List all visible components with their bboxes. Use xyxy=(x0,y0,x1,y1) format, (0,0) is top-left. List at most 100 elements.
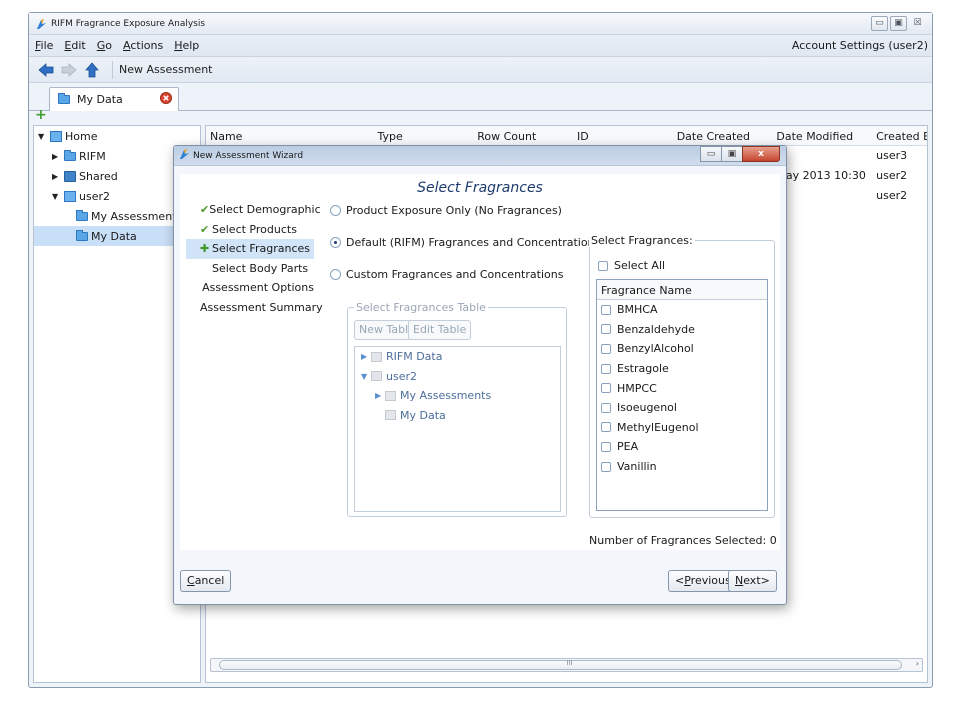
edit-table-button[interactable]: Edit Table xyxy=(408,320,472,340)
dialog-minimize-button[interactable]: ▭ xyxy=(700,146,722,162)
fragrance-checkbox[interactable] xyxy=(601,461,611,472)
tree-item-label: My Assessments xyxy=(400,389,492,403)
step-label: Assessment Options xyxy=(202,281,314,295)
fragrance-checkbox[interactable] xyxy=(601,304,611,315)
tree-item-my-data[interactable]: My Data xyxy=(355,406,560,426)
dialog-title: New Assessment Wizard xyxy=(193,150,304,161)
check-icon: ✔ xyxy=(200,222,210,236)
home-folder-icon xyxy=(50,130,62,142)
column-header-row-count[interactable]: Row Count xyxy=(473,126,573,145)
expand-arrow-icon[interactable]: ▶ xyxy=(361,352,371,361)
fragrance-checkbox[interactable] xyxy=(601,383,611,394)
wizard-heading: Select Fragrances xyxy=(417,180,543,196)
tab-my-data[interactable]: My Data xyxy=(49,87,179,111)
select-fragrances-table-group: Select Fragrances Table New Table Edit T… xyxy=(347,301,567,517)
column-header-fragrance-name[interactable]: Fragrance Name xyxy=(597,280,767,300)
tree-item-my-assessments[interactable]: ▶ My Assessments xyxy=(355,386,560,406)
list-item[interactable]: Benzaldehyde xyxy=(597,320,767,340)
step-select-body-parts[interactable]: Select Body Parts xyxy=(186,259,314,279)
option-custom-fragrances[interactable]: Custom Fragrances and Concentrations xyxy=(330,268,563,281)
scroll-right-icon[interactable]: › xyxy=(916,659,919,668)
new-assessment-button[interactable]: New Assessment xyxy=(119,63,212,76)
column-header-id[interactable]: ID xyxy=(573,126,673,145)
column-header-name[interactable]: Name xyxy=(206,126,374,145)
wizard-steps: ✔ Select Demographic ✔ Select Products ✚… xyxy=(186,200,323,318)
step-assessment-options[interactable]: Assessment Options xyxy=(186,278,314,298)
cancel-button[interactable]: Cancel xyxy=(180,570,232,592)
list-item[interactable]: PEA xyxy=(597,437,767,457)
fragrances-selected-count: Number of Fragrances Selected: 0 xyxy=(589,534,777,547)
dialog-titlebar[interactable]: New Assessment Wizard ▭ ▣ x xyxy=(174,146,786,166)
list-item[interactable]: Vanillin xyxy=(597,457,767,477)
list-item[interactable]: BMHCA xyxy=(597,300,767,320)
radio-button-selected[interactable] xyxy=(330,237,341,248)
step-select-demographic[interactable]: ✔ Select Demographic xyxy=(186,200,321,220)
column-header-type[interactable]: Type xyxy=(374,126,474,145)
fragrance-table-tree: ▶ RIFM Data ▼ user2 ▶ My Assessments My … xyxy=(354,346,561,512)
next-button[interactable]: Next> xyxy=(728,570,777,592)
fragrance-name: PEA xyxy=(617,440,639,454)
select-all-checkbox[interactable] xyxy=(598,260,608,271)
close-button[interactable]: ☒ xyxy=(909,16,926,31)
cell-date-modified xyxy=(772,146,872,166)
close-tab-icon[interactable] xyxy=(160,92,172,107)
step-label: Select Fragrances xyxy=(212,242,310,256)
cell-date-modified xyxy=(772,186,872,206)
collapse-arrow-icon[interactable]: ▼ xyxy=(361,372,371,381)
forward-arrow-icon[interactable] xyxy=(60,61,78,79)
radio-button[interactable] xyxy=(330,269,341,280)
tree-item-user2[interactable]: ▼ user2 xyxy=(355,367,560,387)
horizontal-scrollbar[interactable]: III › xyxy=(210,658,923,672)
fragrance-checkbox[interactable] xyxy=(601,343,611,354)
list-item[interactable]: Isoeugenol xyxy=(597,398,767,418)
option-default-rifm-fragrances[interactable]: Default (RIFM) Fragrances and Concentrat… xyxy=(330,236,600,249)
expand-arrow-icon[interactable]: ▶ xyxy=(52,172,62,181)
menu-edit[interactable]: Edit xyxy=(64,39,85,52)
menu-go[interactable]: Go xyxy=(97,39,112,52)
tree-item-label: user2 xyxy=(386,369,417,383)
fragrance-name: BMHCA xyxy=(617,303,658,317)
step-assessment-summary[interactable]: Assessment Summary xyxy=(186,298,323,318)
scrollbar-thumb[interactable] xyxy=(219,660,902,670)
step-select-products[interactable]: ✔ Select Products xyxy=(186,220,314,240)
fragrance-checkbox[interactable] xyxy=(601,441,611,452)
tab-strip: + My Data xyxy=(29,83,932,123)
dialog-body: Select Fragrances ✔ Select Demographic ✔… xyxy=(180,174,780,550)
dialog-maximize-button[interactable]: ▣ xyxy=(721,146,743,162)
folder-icon xyxy=(58,93,70,104)
expand-arrow-icon[interactable]: ▶ xyxy=(375,391,385,400)
list-item[interactable]: Estragole xyxy=(597,359,767,379)
list-item[interactable]: MethylEugenol xyxy=(597,418,767,438)
step-select-fragrances[interactable]: ✚ Select Fragrances xyxy=(186,239,314,259)
fragrance-checkbox[interactable] xyxy=(601,324,611,335)
select-all-checkbox-row[interactable]: Select All xyxy=(598,259,665,272)
tree-item-home[interactable]: ▼ Home xyxy=(34,126,200,146)
menu-file[interactable]: File xyxy=(35,39,53,52)
folder-icon xyxy=(385,390,396,401)
folder-icon xyxy=(64,149,76,161)
fragrance-checkbox[interactable] xyxy=(601,363,611,374)
column-header-created-by[interactable]: Created By xyxy=(872,126,927,145)
column-header-date-modified[interactable]: Date Modified xyxy=(772,126,872,145)
option-product-exposure-only[interactable]: Product Exposure Only (No Fragrances) xyxy=(330,204,562,217)
add-tab-icon[interactable]: + xyxy=(35,107,47,123)
radio-button[interactable] xyxy=(330,205,341,216)
dialog-close-button[interactable]: x xyxy=(742,146,780,162)
back-arrow-icon[interactable] xyxy=(37,61,55,79)
fragrance-checkbox[interactable] xyxy=(601,422,611,433)
fragrance-list: Fragrance Name BMHCA Benzaldehyde Benzyl… xyxy=(596,279,768,511)
menu-help[interactable]: Help xyxy=(174,39,199,52)
fragrance-checkbox[interactable] xyxy=(601,402,611,413)
list-item[interactable]: BenzylAlcohol xyxy=(597,339,767,359)
maximize-button[interactable]: ▣ xyxy=(890,16,907,31)
expand-arrow-icon[interactable]: ▼ xyxy=(38,132,48,141)
list-item[interactable]: HMPCC xyxy=(597,378,767,398)
account-settings-link[interactable]: Account Settings (user2) xyxy=(792,39,928,52)
column-header-date-created[interactable]: Date Created xyxy=(673,126,773,145)
tree-item-rifm-data[interactable]: ▶ RIFM Data xyxy=(355,347,560,367)
menu-actions[interactable]: Actions xyxy=(123,39,163,52)
minimize-button[interactable]: ▭ xyxy=(871,16,888,31)
collapse-arrow-icon[interactable]: ▼ xyxy=(52,192,62,201)
up-arrow-icon[interactable] xyxy=(83,61,101,79)
expand-arrow-icon[interactable]: ▶ xyxy=(52,152,62,161)
